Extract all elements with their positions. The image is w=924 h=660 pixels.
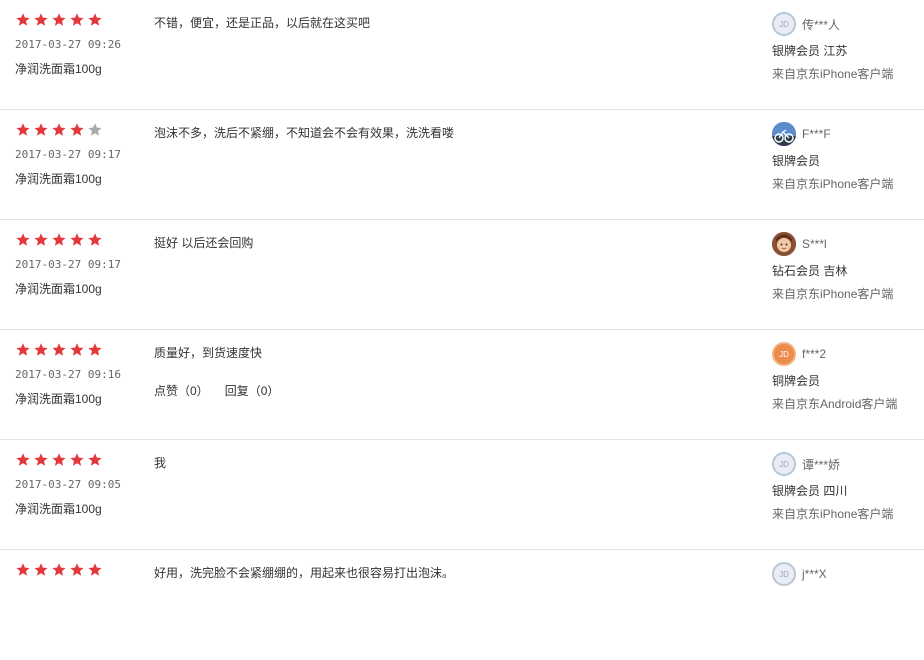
- review-content: 挺好 以后还会回购: [154, 236, 254, 250]
- star-icon: [69, 232, 85, 248]
- star-icon: [15, 232, 31, 248]
- star-icon: [87, 342, 103, 358]
- star-rating: [15, 452, 103, 468]
- user-nickname: 谭***娇: [802, 457, 841, 472]
- user-nickname: F***F: [802, 127, 831, 141]
- star-icon: [15, 12, 31, 28]
- review-content: 泡沫不多，洗后不紧绷，不知道会不会有效果，洗洗看喽: [154, 126, 455, 140]
- client-source: 来自京东iPhone客户端: [772, 67, 894, 81]
- product-spec: 净润洗面霜100g: [15, 282, 102, 296]
- review-time: 2017-03-27 09:17: [15, 258, 121, 271]
- review-item: 2017-03-27 09:17 净润洗面霜100g 泡沫不多，洗后不紧绷，不知…: [0, 110, 924, 220]
- review-actions: 点赞（0） 回复（0）: [154, 382, 279, 399]
- member-level: 银牌会员 江苏: [772, 44, 848, 58]
- user-info: F***F 银牌会员 来自京东iPhone客户端: [772, 122, 922, 192]
- product-spec: 净润洗面霜100g: [15, 502, 102, 516]
- star-icon: [51, 342, 67, 358]
- star-rating: [15, 12, 103, 28]
- review-time: 2017-03-27 09:05: [15, 478, 121, 491]
- client-source: 来自京东iPhone客户端: [772, 287, 894, 301]
- review-item: 2017-03-27 09:05 净润洗面霜100g 我 JD 谭***娇 银牌…: [0, 440, 924, 550]
- star-icon: [87, 122, 103, 138]
- star-rating: [15, 562, 103, 578]
- avatar[interactable]: JD: [772, 342, 796, 366]
- star-icon: [15, 122, 31, 138]
- member-level: 铜牌会员: [772, 374, 821, 388]
- star-icon: [33, 452, 49, 468]
- review-content: 不错，便宜，还是正品，以后就在这买吧: [154, 16, 371, 30]
- star-icon: [33, 12, 49, 28]
- star-rating: [15, 232, 103, 248]
- reply-button[interactable]: 回复（0）: [225, 382, 280, 399]
- like-button[interactable]: 点赞（0）: [154, 382, 209, 399]
- product-spec: 净润洗面霜100g: [15, 62, 102, 76]
- review-content: 我: [154, 456, 167, 470]
- review-time: 2017-03-27 09:16: [15, 368, 121, 381]
- star-icon: [69, 342, 85, 358]
- review-item: 2017-03-27 09:26 净润洗面霜100g 不错，便宜，还是正品，以后…: [0, 0, 924, 110]
- user-info: S***l 钻石会员 吉林 来自京东iPhone客户端: [772, 232, 922, 302]
- avatar[interactable]: JD: [772, 452, 796, 476]
- star-icon: [51, 452, 67, 468]
- star-icon: [87, 12, 103, 28]
- client-source: 来自京东Android客户端: [772, 397, 898, 411]
- star-icon: [87, 452, 103, 468]
- product-spec: 净润洗面霜100g: [15, 392, 102, 406]
- user-info: JD f***2 铜牌会员 来自京东Android客户端: [772, 342, 922, 412]
- star-icon: [51, 562, 67, 578]
- avatar[interactable]: JD: [772, 562, 796, 586]
- star-icon: [33, 232, 49, 248]
- member-level: 银牌会员: [772, 154, 821, 168]
- product-spec: 净润洗面霜100g: [15, 172, 102, 186]
- user-info: JD 传***人 银牌会员 江苏 来自京东iPhone客户端: [772, 12, 922, 82]
- avatar[interactable]: [772, 122, 796, 146]
- user-nickname: S***l: [802, 237, 827, 251]
- review-item: 2017-03-27 09:17 净润洗面霜100g 挺好 以后还会回购 S**…: [0, 220, 924, 330]
- user-nickname: f***2: [802, 347, 827, 361]
- star-icon: [15, 452, 31, 468]
- review-item: 2017-03-27 09:16 净润洗面霜100g 质量好，到货速度快 点赞（…: [0, 330, 924, 440]
- user-info: JD 谭***娇 银牌会员 四川 来自京东iPhone客户端: [772, 452, 922, 522]
- review-list: 2017-03-27 09:26 净润洗面霜100g 不错，便宜，还是正品，以后…: [0, 0, 924, 660]
- member-level: 银牌会员 四川: [772, 484, 848, 498]
- client-source: 来自京东iPhone客户端: [772, 177, 894, 191]
- star-icon: [33, 342, 49, 358]
- star-icon: [69, 452, 85, 468]
- client-source: 来自京东iPhone客户端: [772, 507, 894, 521]
- star-icon: [33, 122, 49, 138]
- user-info: JD j***X: [772, 562, 922, 586]
- star-icon: [51, 12, 67, 28]
- user-nickname: 传***人: [802, 17, 841, 32]
- avatar[interactable]: JD: [772, 12, 796, 36]
- review-time: 2017-03-27 09:26: [15, 38, 121, 51]
- star-icon: [51, 232, 67, 248]
- star-icon: [87, 562, 103, 578]
- star-icon: [87, 232, 103, 248]
- review-content: 好用，洗完脸不会紧绷绷的，用起来也很容易打出泡沫。: [154, 566, 455, 580]
- review-content: 质量好，到货速度快: [154, 346, 263, 360]
- review-time: 2017-03-27 09:17: [15, 148, 121, 161]
- star-rating: [15, 342, 103, 358]
- star-icon: [51, 122, 67, 138]
- star-icon: [69, 562, 85, 578]
- star-icon: [69, 12, 85, 28]
- member-level: 钻石会员 吉林: [772, 264, 848, 278]
- review-item: 好用，洗完脸不会紧绷绷的，用起来也很容易打出泡沫。 JD j***X: [0, 550, 924, 660]
- star-icon: [15, 342, 31, 358]
- star-icon: [33, 562, 49, 578]
- star-icon: [69, 122, 85, 138]
- star-rating: [15, 122, 103, 138]
- avatar[interactable]: [772, 232, 796, 256]
- user-nickname: j***X: [802, 567, 827, 581]
- star-icon: [15, 562, 31, 578]
